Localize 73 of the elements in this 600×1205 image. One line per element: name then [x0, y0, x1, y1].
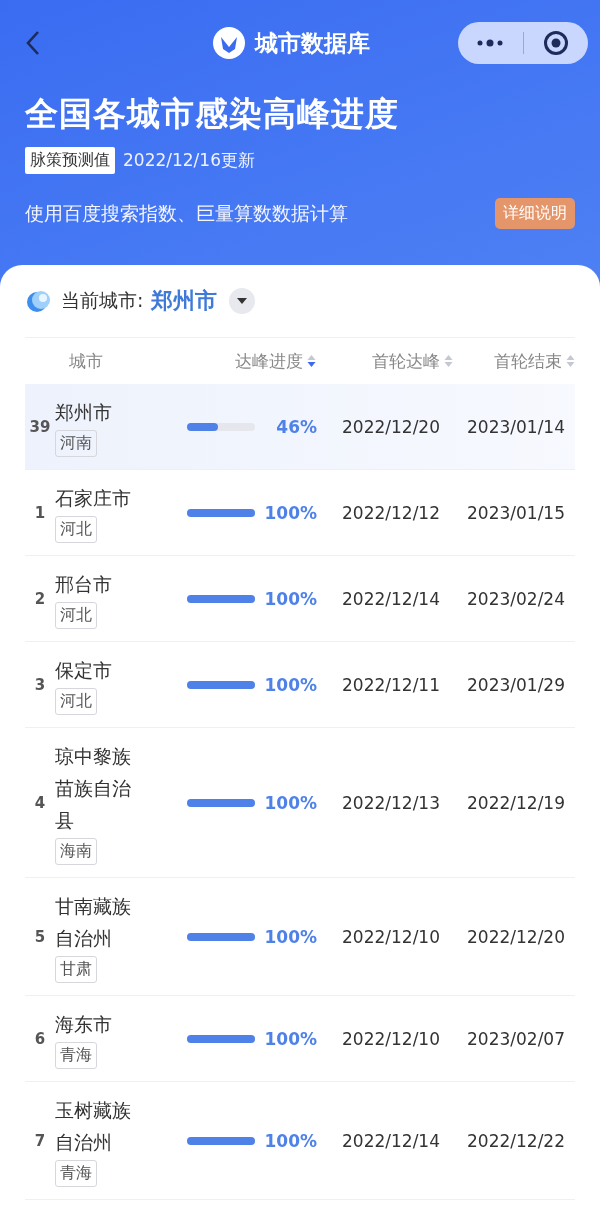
more-icon [476, 39, 505, 47]
table-row[interactable]: 3 保定市 河北 100% 2022/12/11 2023/01/29 [25, 642, 575, 728]
end-date: 2023/02/07 [466, 1028, 565, 1049]
table-row[interactable]: 7 玉树藏族自治州 青海 100% 2022/12/14 2022/12/22 [25, 1082, 575, 1200]
peak-date: 2022/12/14 [341, 588, 440, 609]
app-title: 城市数据库 [255, 28, 370, 58]
highlighted-row[interactable]: 39 郑州市 河南 46% 2022/12/20 2023/01/14 [25, 384, 575, 470]
prediction-badge: 脉策预测值 [25, 147, 115, 174]
end-date: 2023/01/14 [466, 416, 565, 437]
end-date: 2022/12/19 [466, 792, 565, 813]
province-tag: 河北 [55, 602, 97, 629]
rank-number: 3 [33, 675, 47, 694]
peak-date: 2022/12/10 [341, 1028, 440, 1049]
end-date: 2022/12/20 [466, 926, 565, 947]
caret-icon [237, 298, 248, 304]
rank-number: 6 [33, 1029, 47, 1048]
province-tag: 河北 [55, 516, 97, 543]
column-header[interactable]: 首轮结束 [453, 349, 575, 373]
peak-date: 2022/12/11 [341, 674, 440, 695]
end-date: 2023/01/29 [466, 674, 565, 695]
progress-percent: 100% [263, 674, 317, 695]
province-tag: 河南 [55, 430, 97, 457]
progress-percent: 100% [263, 588, 317, 609]
province-tag: 海南 [55, 838, 97, 865]
progress-percent: 100% [263, 926, 317, 947]
peak-date: 2022/12/13 [341, 792, 440, 813]
description-text: 使用百度搜索指数、巨量算数数据计算 [25, 200, 348, 226]
peak-date: 2022/12/12 [341, 502, 440, 523]
logo-icon [213, 27, 245, 59]
table-row[interactable]: 6 海东市 青海 100% 2022/12/10 2023/02/07 [25, 996, 575, 1082]
province-tag: 甘肃 [55, 956, 97, 983]
city-name: 甘南藏族自治州 [55, 894, 132, 951]
target-icon [542, 30, 569, 56]
city-name: 海东市 [55, 1012, 113, 1037]
update-date: 2022/12/16更新 [123, 149, 255, 172]
city-dropdown-button[interactable] [229, 288, 256, 314]
column-header[interactable]: 达峰进度 [184, 349, 317, 373]
back-icon [25, 29, 41, 57]
page-title: 全国各城市感染高峰进度 [25, 93, 400, 135]
city-name: 保定市 [55, 658, 113, 683]
province-tag: 青海 [55, 1160, 97, 1187]
table-row[interactable]: 5 甘南藏族自治州 甘肃 100% 2022/12/10 2022/12/20 [25, 878, 575, 996]
province-tag: 河北 [55, 688, 97, 715]
city-name: 郑州市 [55, 400, 113, 425]
rank-number: 4 [33, 793, 47, 812]
current-city-label: 当前城市: [61, 288, 144, 313]
city-name: 琼中黎族苗族自治县 [55, 744, 132, 833]
rank-number: 5 [33, 927, 47, 946]
end-date: 2023/01/15 [466, 502, 565, 523]
column-header: 城市 [68, 349, 104, 373]
city-name: 玉树藏族自治州 [55, 1098, 132, 1155]
end-date: 2022/12/22 [466, 1130, 565, 1151]
progress-percent: 100% [263, 792, 317, 813]
rank-number: 1 [33, 503, 47, 522]
city-name: 邢台市 [55, 572, 113, 597]
rank-number: 39 [28, 417, 52, 436]
column-header[interactable]: 首轮达峰 [316, 349, 454, 373]
table-row[interactable]: 1 石家庄市 河北 100% 2022/12/12 2023/01/15 [25, 470, 575, 556]
city-name: 石家庄市 [55, 486, 132, 511]
rank-number: 7 [33, 1131, 47, 1150]
peak-date: 2022/12/10 [341, 926, 440, 947]
progress-percent: 100% [263, 1028, 317, 1049]
current-city-value: 郑州市 [151, 287, 218, 315]
table-row[interactable]: 4 琼中黎族苗族自治县 海南 100% 2022/12/13 2022/12/19 [25, 728, 575, 878]
progress-percent: 100% [263, 1130, 317, 1151]
end-date: 2023/02/24 [466, 588, 565, 609]
table-row[interactable]: 2 邢台市 河北 100% 2022/12/14 2023/02/24 [25, 556, 575, 642]
province-tag: 青海 [55, 1042, 97, 1069]
progress-percent: 46% [275, 416, 317, 437]
progress-percent: 100% [263, 502, 317, 523]
peak-date: 2022/12/20 [341, 416, 440, 437]
peak-date: 2022/12/14 [341, 1130, 440, 1151]
rank-number: 2 [33, 589, 47, 608]
